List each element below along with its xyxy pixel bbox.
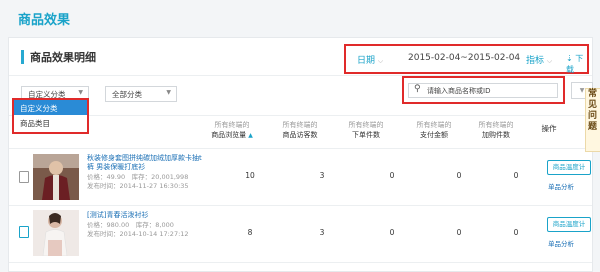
col-sub-label: 所有终端的 bbox=[478, 121, 514, 129]
chevron-down-icon: ⌵ bbox=[546, 57, 553, 65]
product-name-link[interactable]: 秋装修身套图拼纯碳加绒加厚款卡抽t裤 男装保暖打底衫 bbox=[87, 154, 207, 172]
col-main-label: 加购件数 bbox=[482, 131, 510, 139]
cell-payment-amount: 0 bbox=[456, 171, 462, 180]
title-accent-bar bbox=[21, 50, 24, 64]
product-type-icon bbox=[19, 226, 29, 238]
col-main-label: 下单件数 bbox=[352, 131, 380, 139]
sort-icon[interactable]: ▲ bbox=[248, 132, 253, 139]
cell-visitors: 3 bbox=[319, 228, 325, 237]
product-thumbnail[interactable] bbox=[33, 154, 79, 200]
date-selector[interactable]: 日期 ⌵ bbox=[357, 53, 383, 66]
product-publish-date: 发布时间：2014-11-27 16:30:35 bbox=[87, 182, 189, 190]
table-row: 秋装修身套图拼纯碳加绒加厚款卡抽t裤 男装保暖打底衫 价格：49.90 库存：2… bbox=[9, 149, 592, 206]
product-thermometer-button[interactable]: 商品温度计 bbox=[547, 160, 591, 175]
metric-selector[interactable]: 指标 ⌵ bbox=[526, 53, 552, 66]
product-name-link[interactable]: [测试]青春活泼衬衫 bbox=[87, 211, 207, 220]
chevron-down-icon: ⌵ bbox=[377, 57, 384, 65]
cell-visitors: 3 bbox=[319, 171, 325, 180]
search-icon: ⚲ bbox=[414, 84, 421, 94]
search-placeholder: 请输入商品名称或ID bbox=[427, 87, 491, 95]
cell-payment-amount: 0 bbox=[456, 228, 462, 237]
product-effect-panel: 商品效果明细 日期 ⌵ 2015-02-04~2015-02-04 指标 ⌵ ⇣… bbox=[8, 37, 593, 272]
cell-add-to-cart: 0 bbox=[513, 171, 519, 180]
category-dropdown: 自定义分类 商品类目 bbox=[12, 98, 89, 134]
cell-page-views: 8 bbox=[247, 228, 253, 237]
product-price: 价格：980.00 库存：8,000 bbox=[87, 221, 174, 229]
col-main-label: 商品访客数 bbox=[282, 131, 318, 139]
table-header: 所有终端的商品浏览量 ▲ 所有终端的商品访客数 所有终端的下单件数 所有终端的支付… bbox=[9, 115, 592, 149]
product-publish-date: 发布时间：2014-10-14 17:27:12 bbox=[87, 230, 189, 238]
faq-side-tab[interactable]: 常见问题 bbox=[585, 88, 600, 152]
col-payment-amount[interactable]: 所有终端的 支付金额 bbox=[405, 120, 463, 140]
product-price: 价格：49.90 库存：20,001,998 bbox=[87, 173, 189, 181]
col-add-to-cart[interactable]: 所有终端的 加购件数 bbox=[467, 120, 525, 140]
dropdown-option-category[interactable]: 商品类目 bbox=[14, 115, 87, 130]
metric-label: 指标 bbox=[526, 56, 545, 66]
cell-order-items: 0 bbox=[389, 228, 395, 237]
date-label: 日期 bbox=[357, 56, 376, 66]
cell-page-views: 10 bbox=[245, 171, 255, 180]
product-thermometer-button[interactable]: 商品温度计 bbox=[547, 217, 591, 232]
header-controls-highlight: 日期 ⌵ 2015-02-04~2015-02-04 指标 ⌵ ⇣ 下载 bbox=[344, 44, 589, 74]
page: 商品效果 商品效果明细 日期 ⌵ 2015-02-04~2015-02-04 指… bbox=[0, 0, 600, 272]
col-order-items[interactable]: 所有终端的 下单件数 bbox=[337, 120, 395, 140]
all-category-select[interactable]: 全部分类 ▼ bbox=[105, 86, 177, 102]
all-category-value: 全部分类 bbox=[112, 90, 142, 99]
col-main-label: 支付金额 bbox=[420, 131, 448, 139]
col-sub-label: 所有终端的 bbox=[416, 121, 452, 129]
dropdown-option-custom[interactable]: 自定义分类 bbox=[14, 100, 87, 115]
item-analysis-link[interactable]: 单品分析 bbox=[548, 238, 574, 248]
download-icon: ⇣ bbox=[566, 54, 573, 63]
panel-header: 商品效果明细 日期 ⌵ 2015-02-04~2015-02-04 指标 ⌵ ⇣… bbox=[9, 38, 592, 76]
col-sub-label: 所有终端的 bbox=[348, 121, 384, 129]
cell-order-items: 0 bbox=[389, 171, 395, 180]
download-button[interactable]: ⇣ 下载 bbox=[566, 53, 587, 75]
col-sub-label: 所有终端的 bbox=[214, 121, 250, 129]
caret-down-icon: ▼ bbox=[166, 89, 171, 96]
product-thumbnail[interactable] bbox=[33, 210, 79, 256]
cell-add-to-cart: 0 bbox=[513, 228, 519, 237]
search-highlight: ⚲ 请输入商品名称或ID bbox=[402, 76, 565, 104]
caret-down-icon: ▼ bbox=[78, 89, 83, 96]
page-title: 商品效果 bbox=[18, 13, 71, 28]
date-range: 2015-02-04~2015-02-04 bbox=[408, 53, 521, 63]
col-main-label: 商品浏览量 bbox=[211, 131, 247, 139]
col-sub-label: 所有终端的 bbox=[282, 121, 318, 129]
col-visitors[interactable]: 所有终端的商品访客数 bbox=[271, 120, 329, 140]
item-analysis-link[interactable]: 单品分析 bbox=[548, 181, 574, 191]
panel-title: 商品效果明细 bbox=[30, 51, 96, 64]
product-type-icon bbox=[19, 171, 29, 183]
col-page-views[interactable]: 所有终端的商品浏览量 ▲ bbox=[203, 120, 261, 141]
product-search-input[interactable]: ⚲ 请输入商品名称或ID bbox=[408, 83, 558, 98]
table-row: [测试]青春活泼衬衫 价格：980.00 库存：8,000 发布时间：2014-… bbox=[9, 206, 592, 263]
col-operation: 操作 bbox=[541, 124, 557, 133]
